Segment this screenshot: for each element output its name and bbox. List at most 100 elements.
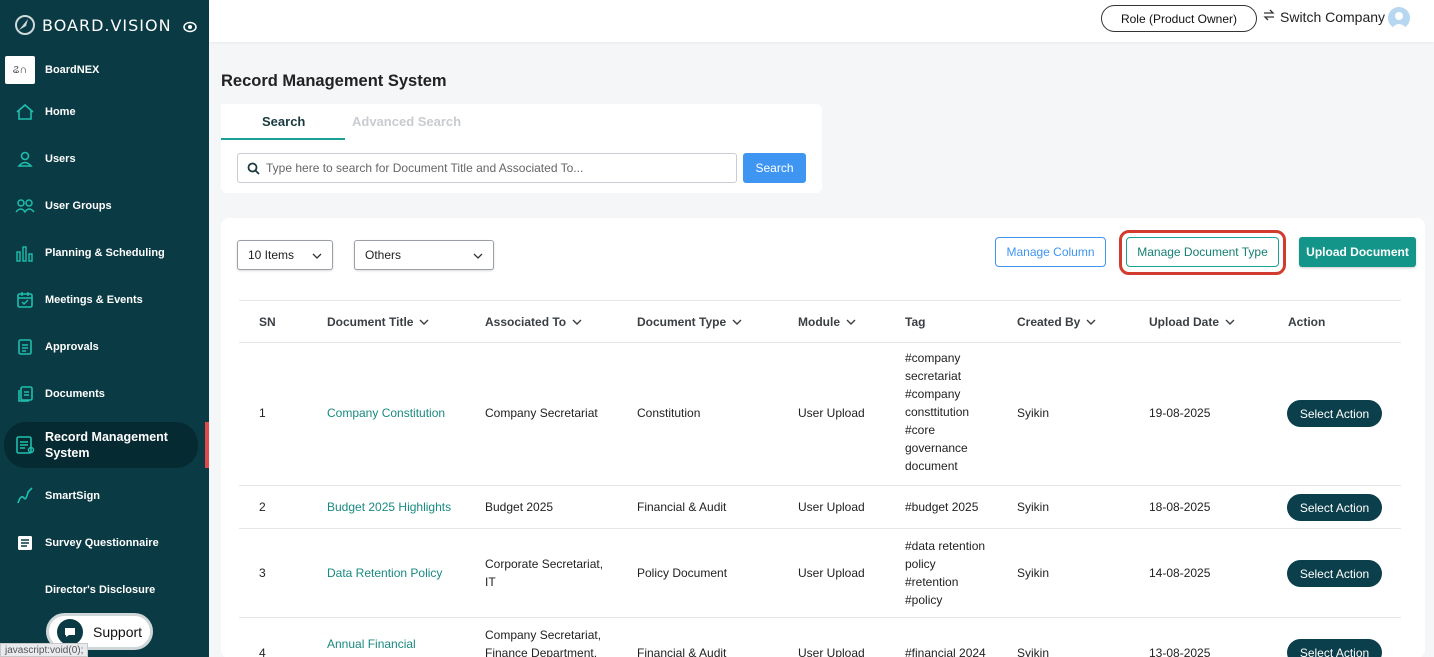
avatar[interactable] [1388,7,1410,29]
user-group-icon [14,195,36,217]
table-row: 3 Data Retention Policy Corporate Secret… [239,529,1401,618]
company-name: BoardNEX [45,64,100,76]
sidebar-item-smartsign[interactable]: SmartSign [0,474,209,518]
cell-upload-date: 14-08-2025 [1149,566,1211,580]
column-header-document-type[interactable]: Document Type [637,315,742,329]
table-row: 2 Budget 2025 Highlights Budget 2025 Fin… [239,486,1401,529]
column-header-action: Action [1288,315,1326,329]
search-button[interactable]: Search [743,153,806,183]
search-input[interactable]: Type here to search for Document Title a… [237,153,737,183]
sidebar-item-approvals[interactable]: Approvals [0,325,209,369]
sidebar-item-label: Meetings & Events [45,294,143,306]
column-header-upload-date[interactable]: Upload Date [1149,315,1235,329]
board-vision-logo-icon [15,15,35,35]
sidebar-item-label: Planning & Scheduling [45,247,165,259]
cell-module: User Upload [798,566,865,580]
cell-document-title-link[interactable]: Annual Financial [327,635,416,653]
cell-document-title-link[interactable]: Budget 2025 Highlights [327,498,451,516]
topbar: Role (Product Owner) Switch Company [209,0,1434,42]
cell-upload-date: 18-08-2025 [1149,500,1211,514]
cell-document-title-link[interactable]: Data Retention Policy [327,564,442,582]
column-header-associated-to[interactable]: Associated To [485,315,582,329]
sidebar-item-meetings[interactable]: Meetings & Events [0,278,209,322]
survey-icon [14,532,36,554]
category-filter-value: Others [365,248,402,262]
cell-upload-date: 19-08-2025 [1149,406,1211,420]
cell-tag: #financial 2024 [905,646,986,657]
switch-company-label: Switch Company [1280,8,1386,25]
sidebar-item-users[interactable]: Users [0,137,209,181]
signature-icon [14,485,36,507]
table-row: 1 Company Constitution Company Secretari… [239,343,1401,486]
cell-document-type: Policy Document [637,566,728,580]
cell-document-type: Financial & Audit [637,646,727,657]
tab-search[interactable]: Search [262,114,305,129]
chevron-down-icon [846,319,856,325]
cell-associated-to: Corporate Secretariat, IT [485,557,604,589]
sidebar: BOARD.VISION ଌ∩ BoardNEX Home Users User… [0,0,209,657]
select-action-button[interactable]: Select Action [1287,560,1382,587]
category-filter-select[interactable]: Others [354,240,494,270]
calendar-icon [14,289,36,311]
column-header-document-title[interactable]: Document Title [327,315,429,329]
sidebar-item-label: SmartSign [45,490,101,502]
sidebar-item-label: Director's Disclosure [45,584,156,596]
cell-associated-to: Company Secretariat [485,406,598,420]
cell-created-by: Syikin [1017,646,1050,657]
select-action-button[interactable]: Select Action [1287,639,1382,657]
approval-icon [14,336,36,358]
sidebar-item-label: Survey Questionnaire [45,537,159,549]
sidebar-item-survey[interactable]: Survey Questionnaire [0,521,209,565]
column-header-tag: Tag [905,315,926,329]
chevron-down-icon [1225,319,1235,325]
upload-document-button[interactable]: Upload Document [1299,237,1416,267]
company-selector[interactable]: ଌ∩ BoardNEX [0,55,209,85]
cell-sn: 2 [259,500,266,514]
tab-advanced-search[interactable]: Advanced Search [352,114,461,129]
active-tab-underline [221,138,345,140]
cell-document-title-link[interactable]: Company Constitution [327,404,445,422]
home-icon [14,101,36,123]
role-button[interactable]: Role (Product Owner) [1101,5,1257,32]
sidebar-item-label: User Groups [45,200,112,212]
select-action-button[interactable]: Select Action [1287,494,1382,521]
table-row: 4 Annual Financial Company Secretariat, … [239,618,1401,657]
sidebar-item-label: Documents [45,388,105,400]
visibility-toggle-icon[interactable] [183,20,197,38]
page-title: Record Management System [221,72,447,90]
cell-tag: #data retention policy #retention #polic… [905,539,986,607]
sidebar-item-label: Home [45,106,76,118]
chevron-down-icon [572,319,582,325]
chevron-down-icon [312,248,322,262]
sidebar-item-record-management[interactable]: Record Management System [4,422,198,468]
cell-module: User Upload [798,646,865,657]
sidebar-item-planning[interactable]: Planning & Scheduling [0,231,209,275]
switch-company-button[interactable]: Switch Company [1262,8,1385,25]
sidebar-item-home[interactable]: Home [0,90,209,134]
bar-chart-icon [14,242,36,264]
items-per-page-value: 10 Items [248,248,295,262]
search-icon [247,162,260,175]
sidebar-item-label: Record Management System [45,430,168,460]
column-header-created-by[interactable]: Created By [1017,315,1096,329]
sidebar-item-documents[interactable]: Documents [0,372,209,416]
support-label: Support [93,623,143,640]
cell-sn: 4 [259,646,266,657]
cell-tag: #budget 2025 [905,500,979,514]
column-header-module[interactable]: Module [798,315,856,329]
documents-icon [14,383,36,405]
items-per-page-select[interactable]: 10 Items [237,240,333,270]
brand-logo[interactable]: BOARD.VISION [14,14,172,36]
user-icon [14,148,36,170]
manage-column-button[interactable]: Manage Column [995,237,1106,267]
sidebar-item-directors-disclosure[interactable]: Director's Disclosure [0,568,209,612]
column-header-sn: SN [259,315,276,329]
sidebar-item-user-groups[interactable]: User Groups [0,184,209,228]
sidebar-item-label: Users [45,153,76,165]
cell-document-type: Financial & Audit [637,500,727,514]
cell-document-type: Constitution [637,406,701,420]
manage-document-type-button[interactable]: Manage Document Type [1126,237,1279,267]
active-indicator [205,422,209,468]
search-placeholder: Type here to search for Document Title a… [266,161,584,175]
select-action-button[interactable]: Select Action [1287,400,1382,427]
